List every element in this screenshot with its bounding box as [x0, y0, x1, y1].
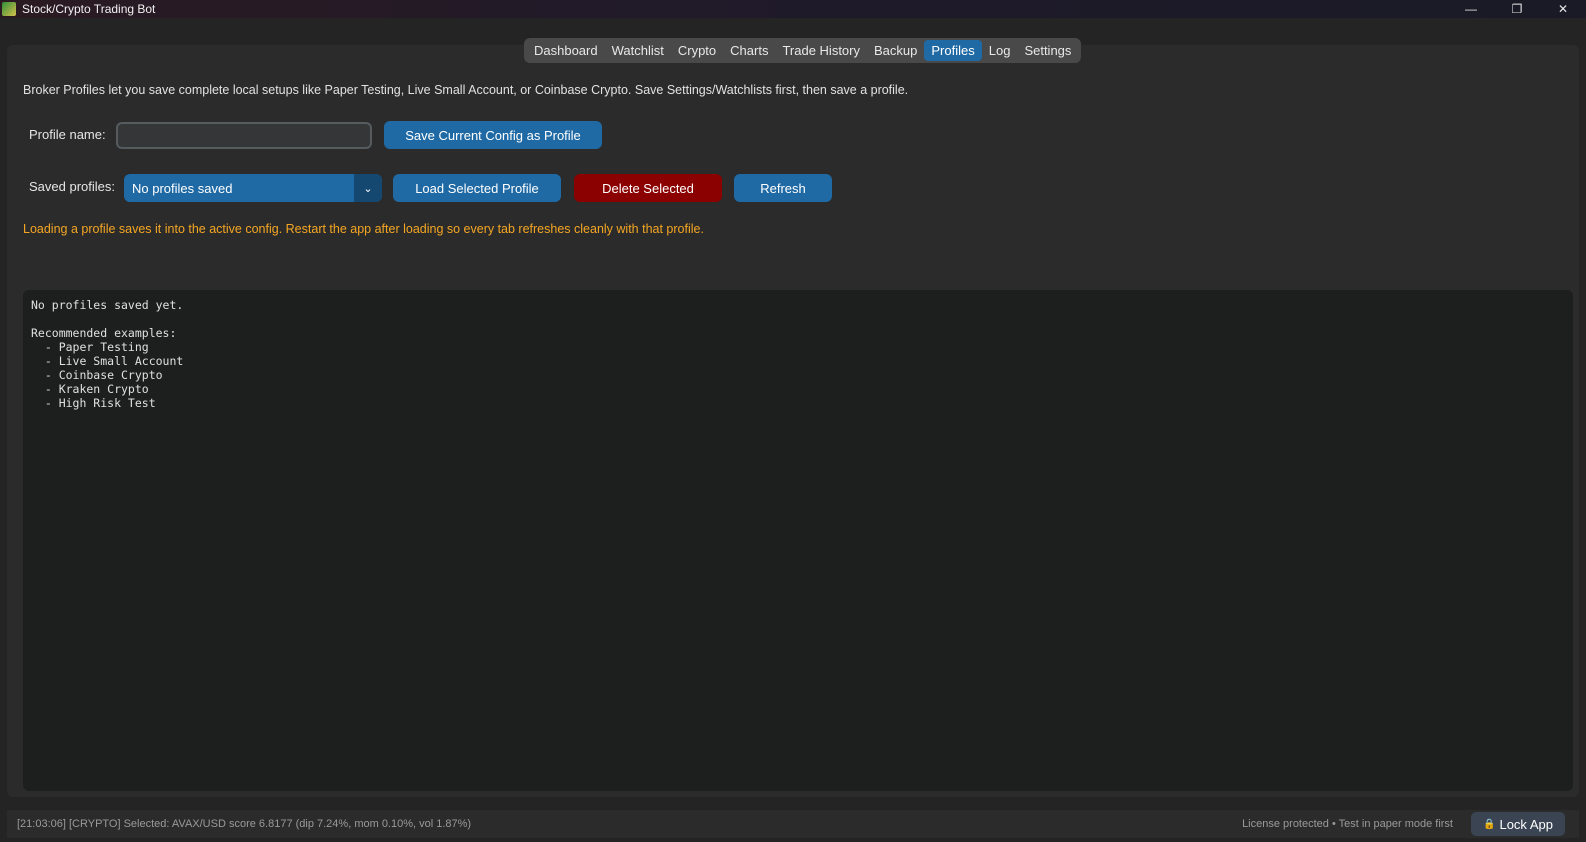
app-icon: [2, 2, 16, 16]
saved-profiles-selected: No profiles saved: [132, 180, 233, 196]
close-icon[interactable]: ✕: [1540, 0, 1586, 18]
saved-profiles-select[interactable]: No profiles saved ⌄: [124, 174, 382, 202]
tab-backup[interactable]: Backup: [867, 40, 924, 61]
status-log: [21:03:06] [CRYPTO] Selected: AVAX/USD s…: [17, 818, 472, 830]
tab-watchlist[interactable]: Watchlist: [605, 40, 671, 61]
tab-settings[interactable]: Settings: [1017, 40, 1078, 61]
tab-trade-history[interactable]: Trade History: [775, 40, 867, 61]
chevron-down-icon[interactable]: ⌄: [354, 174, 382, 202]
profile-name-label: Profile name:: [29, 127, 106, 142]
delete-profile-button[interactable]: Delete Selected: [574, 174, 722, 202]
tab-bar: Dashboard Watchlist Crypto Charts Trade …: [524, 38, 1082, 63]
window-title: Stock/Crypto Trading Bot: [22, 2, 156, 16]
lock-app-button[interactable]: 🔒 Lock App: [1471, 812, 1565, 836]
tab-charts[interactable]: Charts: [723, 40, 775, 61]
tab-profiles[interactable]: Profiles: [924, 40, 982, 61]
status-bar: [21:03:06] [CRYPTO] Selected: AVAX/USD s…: [7, 810, 1579, 838]
saved-profiles-label: Saved profiles:: [29, 179, 115, 194]
lock-app-label: Lock App: [1499, 816, 1553, 832]
profiles-output[interactable]: No profiles saved yet. Recommended examp…: [23, 290, 1573, 791]
tab-dashboard[interactable]: Dashboard: [527, 40, 605, 61]
profiles-description: Broker Profiles let you save complete lo…: [23, 83, 909, 97]
profile-name-input[interactable]: [116, 122, 372, 149]
lock-icon: 🔒: [1483, 818, 1496, 830]
refresh-button[interactable]: Refresh: [734, 174, 832, 202]
profile-warning: Loading a profile saves it into the acti…: [23, 222, 704, 236]
restore-icon[interactable]: ❐: [1494, 0, 1540, 18]
minimize-icon[interactable]: —: [1448, 0, 1494, 18]
license-status: License protected • Test in paper mode f…: [1242, 818, 1453, 830]
save-profile-button[interactable]: Save Current Config as Profile: [384, 121, 602, 149]
tab-log[interactable]: Log: [982, 40, 1018, 61]
window-controls: — ❐ ✕: [1448, 0, 1586, 18]
load-profile-button[interactable]: Load Selected Profile: [393, 174, 561, 202]
title-bar: Stock/Crypto Trading Bot — ❐ ✕: [0, 0, 1586, 18]
tab-crypto[interactable]: Crypto: [671, 40, 723, 61]
